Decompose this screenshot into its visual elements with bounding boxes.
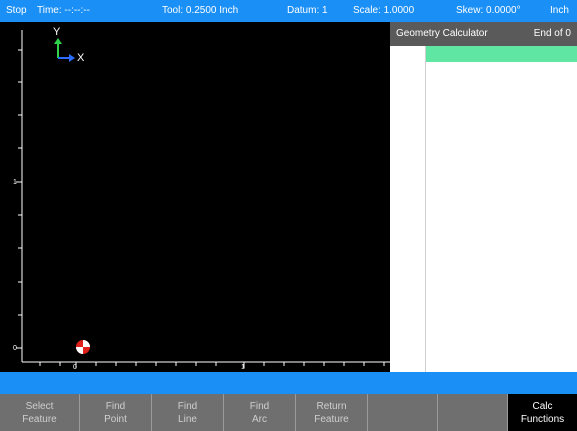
time-readout: Time: --:--:--	[37, 5, 90, 16]
graph-left-strip	[0, 22, 10, 372]
select-feature-softkey[interactable]: Select Feature	[0, 394, 80, 431]
softkey-label: Functions	[520, 413, 565, 425]
softkey-label: Calc	[532, 400, 553, 412]
units-readout: Inch	[550, 5, 569, 16]
panel-status: End of 0	[533, 28, 571, 39]
softkey-label: Point	[104, 413, 127, 425]
find-point-softkey[interactable]: Find Point	[80, 394, 152, 431]
softkey-label: Arc	[252, 413, 267, 425]
y-tick-label: 0	[13, 345, 17, 352]
datum-readout: Datum: 1	[287, 5, 328, 16]
axis-indicator-icon	[54, 38, 75, 62]
x-tick-label: 0	[73, 364, 77, 371]
return-feature-softkey[interactable]: Return Feature	[296, 394, 368, 431]
tool-readout: Tool: 0.2500 Inch	[162, 5, 239, 16]
x-tick-label: 1	[241, 364, 245, 371]
find-arc-softkey[interactable]: Find Arc	[224, 394, 296, 431]
status-bar: Stop Time: --:--:-- Tool: 0.2500 Inch Da…	[0, 0, 577, 22]
panel-header: Geometry Calculator End of 0	[390, 22, 577, 46]
message-bar	[0, 372, 577, 394]
softkey-label: Feature	[314, 413, 349, 425]
softkey-bar: Select Feature Find Point Find Line Find…	[0, 394, 577, 431]
panel-title: Geometry Calculator	[396, 28, 488, 39]
skew-readout: Skew: 0.0000°	[456, 5, 521, 16]
blank-softkey-2[interactable]	[438, 394, 508, 431]
y-axis-label: Y	[53, 26, 61, 38]
y-tick-label: 1	[13, 179, 17, 186]
run-state: Stop	[6, 5, 27, 16]
softkey-label: Select	[25, 400, 54, 412]
softkey-label: Find	[249, 400, 270, 412]
scale-readout: Scale: 1.0000	[353, 5, 415, 16]
softkey-label: Find	[105, 400, 126, 412]
panel-divider	[425, 46, 426, 372]
find-line-softkey[interactable]: Find Line	[152, 394, 224, 431]
softkey-label: Line	[178, 413, 197, 425]
origin-marker-icon	[76, 340, 90, 354]
calc-functions-softkey[interactable]: Calc Functions	[508, 394, 577, 431]
softkey-label: Find	[177, 400, 198, 412]
y-ruler-ticks	[16, 49, 22, 349]
softkey-label: Feature	[22, 413, 57, 425]
graph-view[interactable]: Y X 1 0 0 1	[10, 22, 390, 372]
graph-canvas	[16, 30, 390, 368]
geometry-calculator-panel: Geometry Calculator End of 0	[390, 22, 577, 372]
softkey-label: Return	[316, 400, 347, 412]
x-ruler-ticks	[39, 362, 385, 368]
blank-softkey-1[interactable]	[368, 394, 438, 431]
x-axis-label: X	[77, 52, 85, 64]
selected-row-highlight[interactable]	[426, 46, 577, 62]
